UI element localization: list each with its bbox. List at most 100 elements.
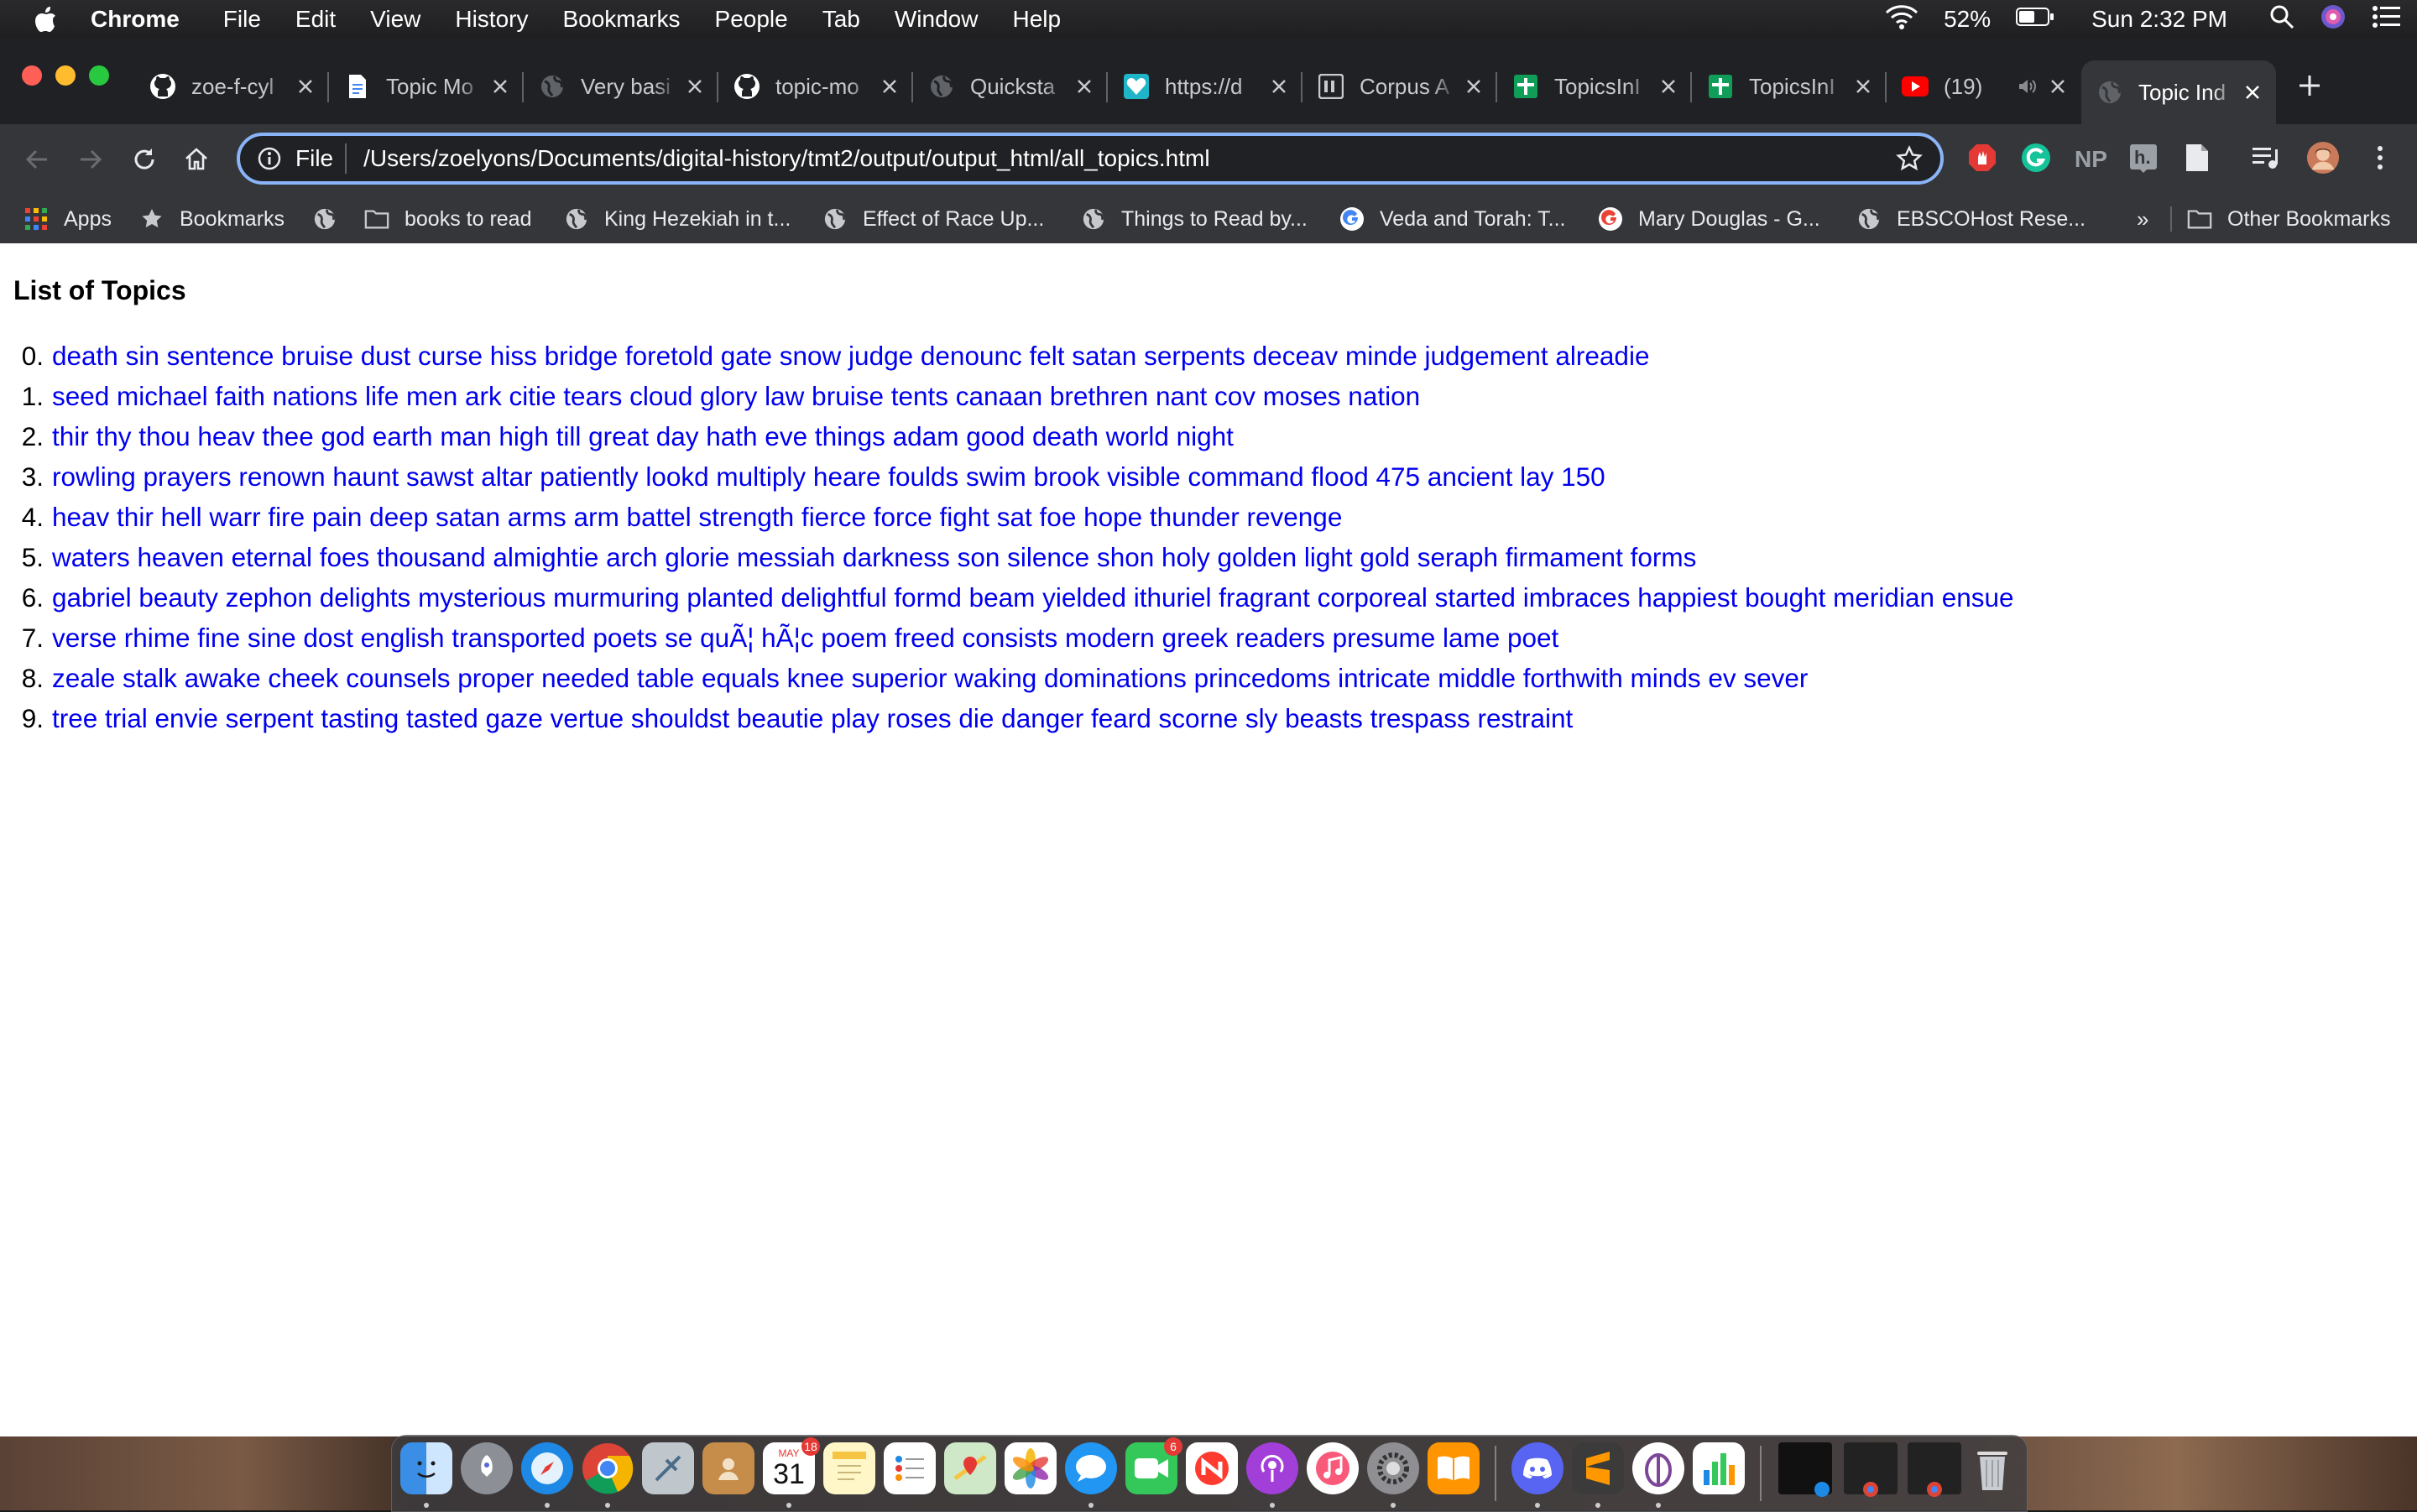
menu-bookmarks[interactable]: Bookmarks bbox=[562, 6, 680, 33]
hypothesis-extension-icon[interactable]: h. bbox=[2127, 141, 2160, 175]
tab-github-zoe[interactable]: zoe-f-cyl bbox=[134, 60, 329, 112]
menu-history[interactable]: History bbox=[455, 6, 528, 33]
podcasts-icon[interactable] bbox=[1246, 1442, 1298, 1494]
menu-people[interactable]: People bbox=[715, 6, 788, 33]
tab-close-icon[interactable] bbox=[488, 75, 512, 98]
news-icon[interactable] bbox=[1186, 1442, 1238, 1494]
topic-link[interactable]: heav thir hell warr fire pain deep satan… bbox=[52, 502, 1342, 533]
bookmark-folder-books-to-read[interactable]: books to read bbox=[364, 195, 532, 243]
siri-icon[interactable] bbox=[2320, 3, 2347, 36]
tab-close-icon[interactable] bbox=[1657, 75, 1680, 98]
bookmark-globe-unlabeled[interactable] bbox=[312, 195, 352, 243]
tab-close-icon[interactable] bbox=[1462, 75, 1485, 98]
tab-close-icon[interactable] bbox=[1851, 75, 1875, 98]
window-close-button[interactable] bbox=[22, 65, 42, 86]
topic-link[interactable]: tree trial envie serpent tasting tasted … bbox=[52, 703, 1573, 734]
address-bar[interactable]: File /Users/zoelyons/Documents/digital-h… bbox=[237, 133, 1944, 185]
bookmark-veda-and-torah[interactable]: Veda and Torah: T... bbox=[1339, 195, 1565, 243]
preview-icon[interactable] bbox=[642, 1442, 694, 1494]
topic-link[interactable]: seed michael faith nations life men ark … bbox=[52, 381, 1420, 412]
site-info-icon[interactable] bbox=[257, 146, 282, 171]
topic-link[interactable]: waters heaven eternal foes thousand almi… bbox=[52, 542, 1696, 573]
launchpad-icon[interactable] bbox=[461, 1442, 513, 1494]
topic-link[interactable]: death sin sentence bruise dust curse his… bbox=[52, 341, 1649, 372]
bookmark-apps[interactable]: Apps bbox=[23, 195, 112, 243]
forward-button[interactable] bbox=[70, 139, 111, 180]
spotlight-search-icon[interactable] bbox=[2269, 4, 2294, 35]
bookmark-ebscohost[interactable]: EBSCOHost Rese... bbox=[1856, 195, 2086, 243]
topic-link[interactable]: verse rhime fine sine dost english trans… bbox=[52, 623, 1558, 654]
tab-topicsin-sheet-2[interactable]: TopicsInI bbox=[1692, 60, 1887, 112]
minimized-window-thumbnail[interactable] bbox=[1778, 1442, 1832, 1497]
new-tab-button[interactable] bbox=[2294, 70, 2325, 101]
notes-icon[interactable] bbox=[823, 1442, 875, 1494]
minimized-chrome-window[interactable] bbox=[1844, 1442, 1898, 1497]
bookmark-king-hezekiah[interactable]: King Hezekiah in t... bbox=[564, 195, 791, 243]
menubar-clock[interactable]: Sun 2:32 PM bbox=[2091, 6, 2227, 33]
profile-avatar[interactable] bbox=[2306, 141, 2340, 175]
page-extension-icon[interactable] bbox=[2180, 141, 2214, 175]
bookmark-mary-douglas[interactable]: Mary Douglas - G... bbox=[1598, 195, 1820, 243]
tab-topic-mo[interactable]: Topic Mo bbox=[329, 60, 524, 112]
bookmark-effect-of-race[interactable]: Effect of Race Up... bbox=[822, 195, 1044, 243]
home-button[interactable] bbox=[176, 139, 217, 180]
tab-close-icon[interactable] bbox=[683, 75, 707, 98]
tab-topicsin-sheet-1[interactable]: TopicsInI bbox=[1497, 60, 1692, 112]
facetime-icon[interactable]: 6 bbox=[1125, 1437, 1182, 1494]
topic-link[interactable]: rowling prayers renown haunt sawst altar… bbox=[52, 461, 1605, 493]
window-zoom-button[interactable] bbox=[89, 65, 109, 86]
books-icon[interactable] bbox=[1428, 1442, 1480, 1494]
tab-https-link[interactable]: https://d bbox=[1108, 60, 1302, 112]
safari-icon[interactable] bbox=[521, 1442, 573, 1494]
tab-close-icon[interactable] bbox=[294, 75, 317, 98]
sublime-text-icon[interactable] bbox=[1572, 1442, 1624, 1494]
tab-topic-index-active[interactable]: Topic Ind bbox=[2081, 60, 2276, 124]
tab-very-basic[interactable]: Very basi bbox=[524, 60, 718, 112]
bookmarks-overflow-chevron[interactable]: » bbox=[2137, 195, 2148, 243]
wifi-icon[interactable] bbox=[1885, 4, 1918, 35]
grammarly-extension-icon[interactable] bbox=[2019, 141, 2053, 175]
adblock-extension-icon[interactable] bbox=[1965, 141, 1999, 175]
chrome-menu-icon[interactable] bbox=[2363, 141, 2397, 175]
tab-audio-icon[interactable] bbox=[2018, 76, 2038, 96]
minimized-chrome-window[interactable] bbox=[1908, 1442, 1961, 1497]
bookmark-things-to-read[interactable]: Things to Read by... bbox=[1081, 195, 1308, 243]
menu-edit[interactable]: Edit bbox=[295, 6, 336, 33]
menu-help[interactable]: Help bbox=[1012, 6, 1061, 33]
system-preferences-icon[interactable] bbox=[1367, 1442, 1419, 1494]
photos-icon[interactable] bbox=[1005, 1442, 1057, 1494]
tab-close-icon[interactable] bbox=[878, 75, 901, 98]
tab-quickstart[interactable]: Quicksta bbox=[913, 60, 1108, 112]
bookmark-other-bookmarks[interactable]: Other Bookmarks bbox=[2187, 195, 2391, 243]
calendar-icon[interactable]: MAY 31 18 bbox=[763, 1437, 820, 1494]
window-minimize-button[interactable] bbox=[55, 65, 76, 86]
maps-icon[interactable] bbox=[944, 1442, 996, 1494]
tab-youtube[interactable]: (19) bbox=[1887, 60, 2081, 112]
music-icon[interactable] bbox=[1307, 1442, 1359, 1494]
finder-icon[interactable] bbox=[400, 1442, 452, 1494]
menu-app-name[interactable]: Chrome bbox=[91, 6, 180, 33]
np-extension-icon[interactable]: NP bbox=[2071, 141, 2112, 175]
reload-button[interactable] bbox=[124, 139, 164, 180]
bookmark-bookmarks[interactable]: Bookmarks bbox=[139, 195, 285, 243]
tab-close-icon[interactable] bbox=[2241, 81, 2264, 104]
messages-icon[interactable] bbox=[1065, 1442, 1117, 1494]
tab-corpus-analysis[interactable]: Corpus A bbox=[1302, 60, 1497, 112]
bookmark-star-icon[interactable] bbox=[1895, 144, 1924, 173]
menu-view[interactable]: View bbox=[370, 6, 420, 33]
apple-icon[interactable] bbox=[29, 3, 62, 36]
media-controls-icon[interactable] bbox=[2249, 141, 2283, 175]
tab-close-icon[interactable] bbox=[1073, 75, 1096, 98]
battery-percent[interactable]: 52% bbox=[1944, 6, 1991, 33]
tab-topic-modeling-github[interactable]: topic-mo bbox=[718, 60, 913, 112]
url-text[interactable]: /Users/zoelyons/Documents/digital-histor… bbox=[363, 145, 1895, 172]
topic-link[interactable]: thir thy thou heav thee god earth man hi… bbox=[52, 421, 1234, 452]
numbers-icon[interactable] bbox=[1693, 1442, 1745, 1494]
trash-icon[interactable] bbox=[1966, 1442, 2018, 1494]
tor-browser-icon[interactable] bbox=[1632, 1442, 1684, 1494]
menu-tab[interactable]: Tab bbox=[822, 6, 860, 33]
notification-center-icon[interactable] bbox=[2372, 5, 2400, 34]
chrome-icon[interactable] bbox=[582, 1442, 634, 1494]
topic-link[interactable]: zeale stalk awake cheek counsels proper … bbox=[52, 663, 1808, 694]
reminders-icon[interactable] bbox=[884, 1442, 936, 1494]
